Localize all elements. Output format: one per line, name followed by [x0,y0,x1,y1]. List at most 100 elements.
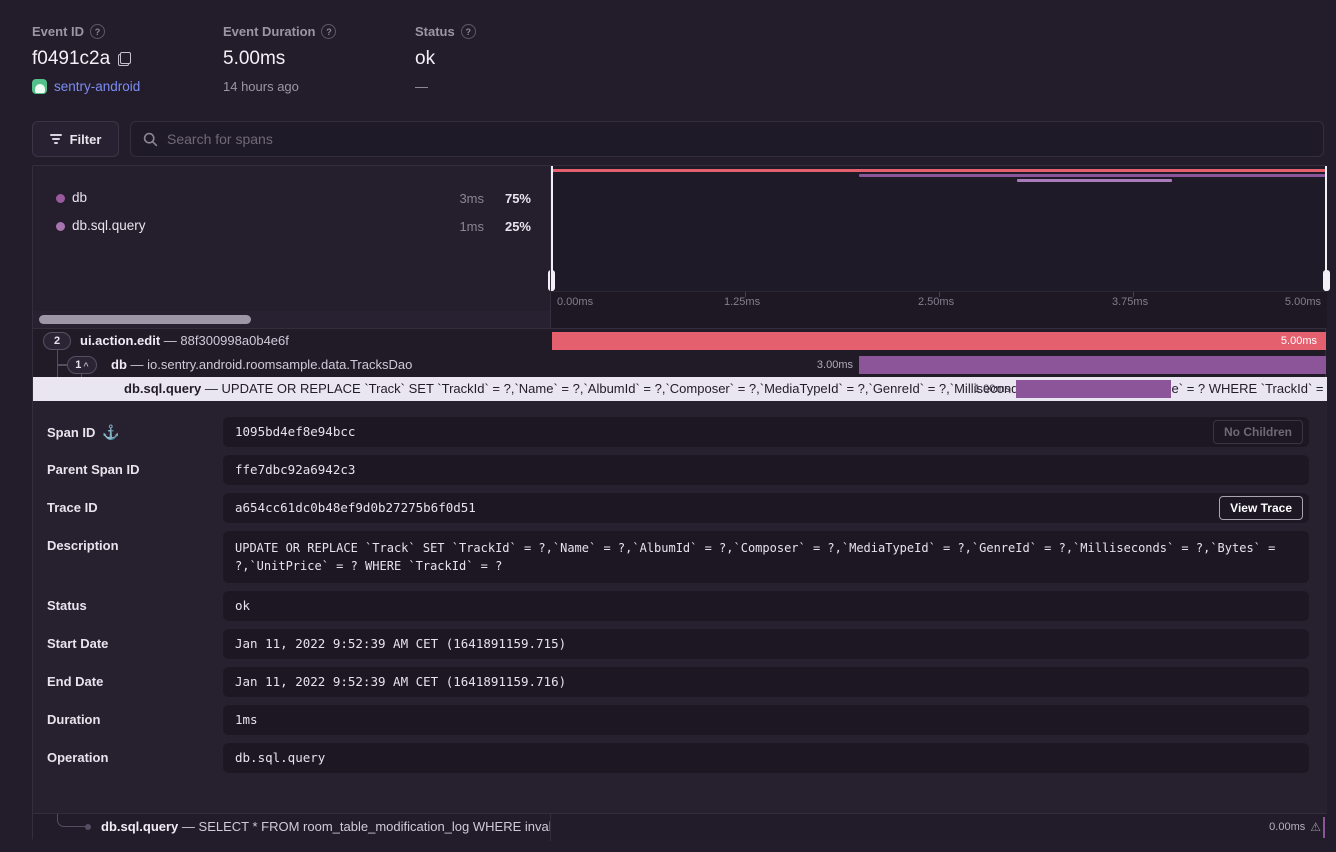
detail-label: Description [47,538,119,553]
detail-row-status: Status ok [33,591,1327,621]
event-id-section: Event ID ? f0491c2a sentry-android [32,24,140,94]
status-section: Status ? ok — [415,24,476,94]
panel-divider [550,166,551,328]
span-duration-bar[interactable] [552,332,1326,350]
detail-label: Start Date [47,636,108,651]
trace-minimap[interactable] [551,166,1327,291]
event-duration-label: Event Duration [223,24,315,39]
span-desc: SELECT * FROM room_table_modification_lo… [199,819,550,834]
children-count-badge[interactable]: 2 [43,332,71,350]
zero-duration-span-marker[interactable] [1323,817,1325,838]
trace-panel: db 3ms 75% db.sql.query 1ms 25% 0. [32,165,1326,840]
copy-icon[interactable] [118,52,131,66]
span-op: ui.action.edit [80,333,160,348]
span-row-db[interactable]: 1^ db — io.sentry.android.roomsample.dat… [33,353,1327,377]
span-op: db [111,357,127,372]
separator: — [182,819,195,834]
event-age-text: 14 hours ago [223,79,299,94]
panel-divider [550,814,551,841]
detail-row-trace-id: Trace ID a654cc61dc0b48ef9d0b27275b6f0d5… [33,493,1327,523]
status-subtext: — [415,79,428,94]
axis-spacer [551,311,1327,328]
span-details-panel: Span ID ⚓ 1095bd4ef8e94bcc No Children P… [33,401,1327,813]
operation-value: db.sql.query [223,743,1309,773]
axis-label: 5.00ms [1285,296,1321,308]
detail-label: Span ID [47,425,95,440]
span-op: db.sql.query [101,819,178,834]
filter-button[interactable]: Filter [32,121,119,157]
tree-connector-elbow [57,814,87,827]
search-icon [143,132,158,147]
op-color-dot [56,222,65,231]
ops-breakdown-legend: db 3ms 75% db.sql.query 1ms 25% [33,166,550,311]
span-duration-bar[interactable] [859,356,1326,374]
axis-label: 0.00ms [557,296,593,308]
legend-row-db[interactable]: db 3ms 75% [33,187,550,209]
span-op: db.sql.query [124,381,201,396]
description-value: UPDATE OR REPLACE `Track` SET `TrackId` … [223,531,1309,583]
axis-label: 2.50ms [918,296,954,308]
span-duration-label: 0.00ms [1269,821,1305,833]
start-date-value: Jan 11, 2022 9:52:39 AM CET (1641891159.… [223,629,1309,659]
op-percent: 75% [491,191,531,206]
op-percent: 25% [491,219,531,234]
span-desc: io.sentry.android.roomsample.data.Tracks… [147,357,412,372]
span-tree: 2 ui.action.edit — 88f300998a0b4e6f 5.00… [33,329,1327,401]
separator: — [164,333,177,348]
legend-row-db-sql-query[interactable]: db.sql.query 1ms 25% [33,215,550,237]
children-count-badge[interactable]: 1^ [67,356,97,374]
detail-row-start-date: Start Date Jan 11, 2022 9:52:39 AM CET (… [33,629,1327,659]
view-trace-button[interactable]: View Trace [1219,496,1303,520]
detail-label: Operation [47,750,108,765]
help-icon[interactable]: ? [461,24,476,39]
status-label: Status [415,24,455,39]
detail-label: Trace ID [47,500,98,515]
detail-row-operation: Operation db.sql.query [33,743,1327,773]
tree-connector-dot [85,824,91,830]
span-duration-bar[interactable] [1016,380,1171,398]
separator: — [131,357,144,372]
duration-value: 1ms [223,705,1309,735]
status-value: ok [415,48,435,70]
trace-id-value: a654cc61dc0b48ef9d0b27275b6f0d51 View Tr… [223,493,1309,523]
tree-scrollbar-track[interactable] [33,311,550,328]
help-icon[interactable]: ? [321,24,336,39]
detail-row-description: Description UPDATE OR REPLACE `Track` SE… [33,531,1327,583]
op-duration: 1ms [424,219,484,234]
detail-label: End Date [47,674,103,689]
project-link[interactable]: sentry-android [54,79,140,94]
search-input[interactable] [167,131,1311,147]
span-search-bar[interactable] [130,121,1324,157]
end-date-value: Jan 11, 2022 9:52:39 AM CET (1641891159.… [223,667,1309,697]
event-id-label: Event ID [32,24,84,39]
op-name: db [72,190,87,205]
span-duration-label: 5.00ms [1281,335,1317,347]
minimap-span-line [551,169,1327,172]
tree-scrollbar-thumb[interactable] [39,315,251,324]
detail-row-duration: Duration 1ms [33,705,1327,735]
detail-row-end-date: End Date Jan 11, 2022 9:52:39 AM CET (16… [33,667,1327,697]
axis-label: 3.75ms [1112,296,1148,308]
detail-label: Parent Span ID [47,462,139,477]
detail-row-parent-span-id: Parent Span ID ffe7dbc92a6942c3 [33,455,1327,485]
help-icon[interactable]: ? [90,24,105,39]
minimap-span-line [1017,179,1172,182]
status-detail-value: ok [223,591,1309,621]
anchor-icon[interactable]: ⚓ [102,424,119,441]
span-row-db-sql-query-selected[interactable]: db.sql.query — UPDATE OR REPLACE `Track`… [33,377,1327,401]
op-color-dot [56,194,65,203]
viewport-right-handle[interactable] [1323,270,1330,291]
event-id-value: f0491c2a [32,48,110,70]
time-axis: 0.00ms 1.25ms 2.50ms 3.75ms 5.00ms [551,291,1327,311]
no-children-button[interactable]: No Children [1213,420,1303,444]
span-row-db-sql-query-select[interactable]: db.sql.query — SELECT * FROM room_table_… [33,813,1327,840]
axis-label: 1.25ms [724,296,760,308]
detail-label: Duration [47,712,100,727]
span-desc: 88f300998a0b4e6f [180,333,288,348]
detail-row-span-id: Span ID ⚓ 1095bd4ef8e94bcc No Children [33,417,1327,447]
event-duration-section: Event Duration ? 5.00ms 14 hours ago [223,24,336,94]
warning-icon: ⚠ [1310,820,1321,834]
span-row-ui-action-edit[interactable]: 2 ui.action.edit — 88f300998a0b4e6f 5.00… [33,329,1327,353]
filter-button-label: Filter [70,132,102,147]
separator: — [205,381,218,396]
